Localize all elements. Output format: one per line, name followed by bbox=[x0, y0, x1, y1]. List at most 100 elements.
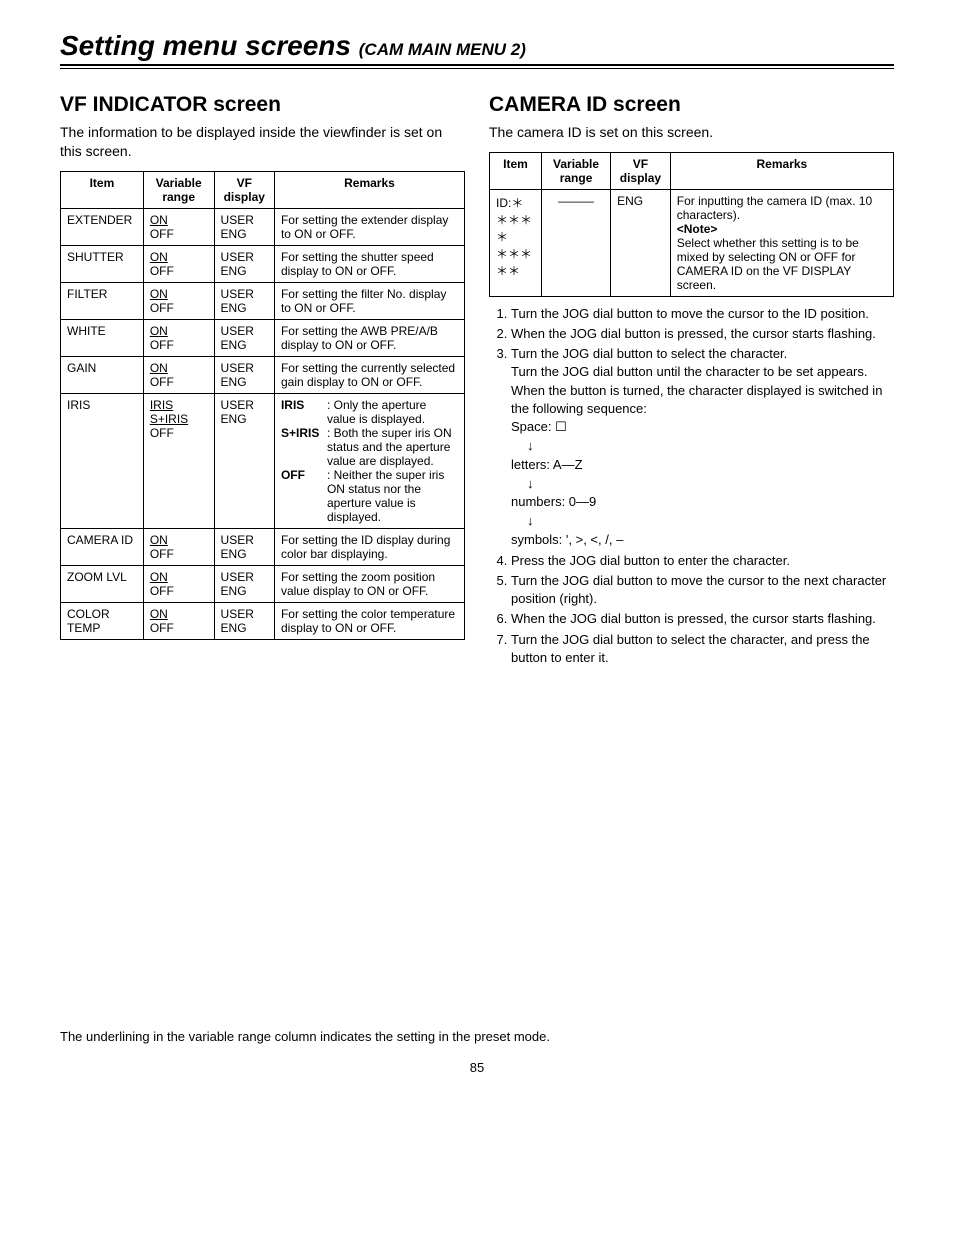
vf-option: ENG bbox=[221, 584, 268, 598]
seq-letters: letters: A—Z bbox=[511, 456, 894, 475]
cell-vf: USER ENG bbox=[214, 319, 274, 356]
range-option: OFF bbox=[150, 227, 208, 241]
page-title: Setting menu screens bbox=[60, 30, 351, 61]
vf-option: USER bbox=[221, 287, 268, 301]
sequence-block: Space: ☐ ↓ letters: A—Z ↓ numbers: 0—9 ↓… bbox=[511, 418, 894, 550]
camera-id-table: Item Variable range VF display Remarks I… bbox=[489, 152, 894, 297]
range-option: OFF bbox=[150, 264, 208, 278]
range-option: OFF bbox=[150, 426, 208, 440]
vf-option: ENG bbox=[221, 227, 268, 241]
cell-item: GAIN bbox=[61, 356, 144, 393]
footer-note: The underlining in the variable range co… bbox=[60, 1029, 894, 1044]
iris-label: IRIS bbox=[281, 398, 327, 412]
th-remarks: Remarks bbox=[274, 171, 464, 208]
cell-vf: USER ENG bbox=[214, 245, 274, 282]
title-rule bbox=[60, 64, 894, 69]
down-arrow-icon: ↓ bbox=[511, 475, 894, 494]
th-vf: VF display bbox=[611, 152, 671, 189]
table-row: CAMERA ID ON OFF USER ENG For setting th… bbox=[61, 528, 465, 565]
camera-id-heading: CAMERA ID screen bbox=[489, 93, 894, 117]
cell-remarks: For setting the AWB PRE/A/B display to O… bbox=[274, 319, 464, 356]
vf-option: USER bbox=[221, 213, 268, 227]
right-column: CAMERA ID screen The camera ID is set on… bbox=[489, 93, 894, 669]
cell-range: IRIS S+IRIS OFF bbox=[143, 393, 214, 528]
table-row: COLOR TEMP ON OFF USER ENG For setting t… bbox=[61, 602, 465, 639]
cell-remarks: For setting the zoom position value disp… bbox=[274, 565, 464, 602]
range-option: ON bbox=[150, 533, 168, 547]
table-header-row: Item Variable range VF display Remarks bbox=[490, 152, 894, 189]
cell-remarks: For setting the extender display to ON o… bbox=[274, 208, 464, 245]
vf-option: USER bbox=[221, 361, 268, 375]
page: Setting menu screens (CAM MAIN MENU 2) V… bbox=[0, 0, 954, 1105]
page-number: 85 bbox=[60, 1060, 894, 1075]
cell-item: WHITE bbox=[61, 319, 144, 356]
cell-remarks: For setting the shutter speed display to… bbox=[274, 245, 464, 282]
step-1: Turn the JOG dial button to move the cur… bbox=[511, 305, 894, 323]
cell-remarks: IRIS: Only the aperture value is display… bbox=[274, 393, 464, 528]
cell-item: FILTER bbox=[61, 282, 144, 319]
range-option: OFF bbox=[150, 338, 208, 352]
id-line2: ＊＊＊＊＊ bbox=[496, 245, 535, 279]
range-option: IRIS bbox=[150, 398, 173, 412]
cell-item: ID:＊＊＊＊＊ ＊＊＊＊＊ bbox=[490, 189, 542, 296]
vf-indicator-table: Item Variable range VF display Remarks E… bbox=[60, 171, 465, 640]
vf-option: USER bbox=[221, 570, 268, 584]
cell-range: ON OFF bbox=[143, 602, 214, 639]
range-option: ON bbox=[150, 250, 168, 264]
th-vf: VF display bbox=[214, 171, 274, 208]
cell-vf: USER ENG bbox=[214, 282, 274, 319]
seq-symbols: symbols: ', >, <, /, – bbox=[511, 531, 894, 550]
table-row: ID:＊＊＊＊＊ ＊＊＊＊＊ ——— ENG For inputting the… bbox=[490, 189, 894, 296]
cell-range: ON OFF bbox=[143, 208, 214, 245]
seq-space: Space: ☐ bbox=[511, 418, 894, 437]
cell-remarks: For setting the currently selected gain … bbox=[274, 356, 464, 393]
vf-option: USER bbox=[221, 250, 268, 264]
vf-option: USER bbox=[221, 607, 268, 621]
th-item: Item bbox=[490, 152, 542, 189]
vf-option: ENG bbox=[221, 375, 268, 389]
cell-vf: USER ENG bbox=[214, 208, 274, 245]
iris-label: OFF bbox=[281, 468, 327, 482]
range-option: ON bbox=[150, 287, 168, 301]
cell-range: ON OFF bbox=[143, 319, 214, 356]
cell-vf: USER ENG bbox=[214, 602, 274, 639]
cell-item: CAMERA ID bbox=[61, 528, 144, 565]
columns: VF INDICATOR screen The information to b… bbox=[60, 93, 894, 669]
table-row: GAIN ON OFF USER ENG For setting the cur… bbox=[61, 356, 465, 393]
th-range: Variable range bbox=[541, 152, 610, 189]
cell-remarks: For inputting the camera ID (max. 10 cha… bbox=[670, 189, 893, 296]
vf-option: ENG bbox=[221, 338, 268, 352]
step-3a: Turn the JOG dial button to select the c… bbox=[511, 346, 787, 361]
remarks-line: Select whether this setting is to be mix… bbox=[677, 236, 887, 292]
table-row: ZOOM LVL ON OFF USER ENG For setting the… bbox=[61, 565, 465, 602]
vf-indicator-heading: VF INDICATOR screen bbox=[60, 93, 465, 117]
step-2: When the JOG dial button is pressed, the… bbox=[511, 325, 894, 343]
table-row: EXTENDER ON OFF USER ENG For setting the… bbox=[61, 208, 465, 245]
table-header-row: Item Variable range VF display Remarks bbox=[61, 171, 465, 208]
remarks-line: For inputting the camera ID (max. 10 cha… bbox=[677, 194, 887, 222]
page-title-line: Setting menu screens (CAM MAIN MENU 2) bbox=[60, 30, 894, 62]
table-row: SHUTTER ON OFF USER ENG For setting the … bbox=[61, 245, 465, 282]
step-3: Turn the JOG dial button to select the c… bbox=[511, 345, 894, 550]
vf-indicator-lead: The information to be displayed inside t… bbox=[60, 123, 465, 161]
left-column: VF INDICATOR screen The information to b… bbox=[60, 93, 465, 640]
vf-option: USER bbox=[221, 324, 268, 338]
instruction-steps: Turn the JOG dial button to move the cur… bbox=[489, 305, 894, 667]
vf-option: ENG bbox=[221, 547, 268, 561]
iris-remarks: IRIS: Only the aperture value is display… bbox=[281, 398, 458, 524]
cell-range: ——— bbox=[541, 189, 610, 296]
table-row: IRIS IRIS S+IRIS OFF USER ENG IRIS bbox=[61, 393, 465, 528]
cell-vf: USER ENG bbox=[214, 565, 274, 602]
cell-range: ON OFF bbox=[143, 565, 214, 602]
range-option: OFF bbox=[150, 621, 208, 635]
vf-option: USER bbox=[221, 533, 268, 547]
cell-range: ON OFF bbox=[143, 245, 214, 282]
down-arrow-icon: ↓ bbox=[511, 512, 894, 531]
step-5: Turn the JOG dial button to move the cur… bbox=[511, 572, 894, 608]
vf-option: ENG bbox=[221, 412, 268, 426]
down-arrow-icon: ↓ bbox=[511, 437, 894, 456]
remarks-note: <Note> bbox=[677, 222, 887, 236]
table-row: WHITE ON OFF USER ENG For setting the AW… bbox=[61, 319, 465, 356]
iris-label: S+IRIS bbox=[281, 426, 327, 440]
cell-item: SHUTTER bbox=[61, 245, 144, 282]
